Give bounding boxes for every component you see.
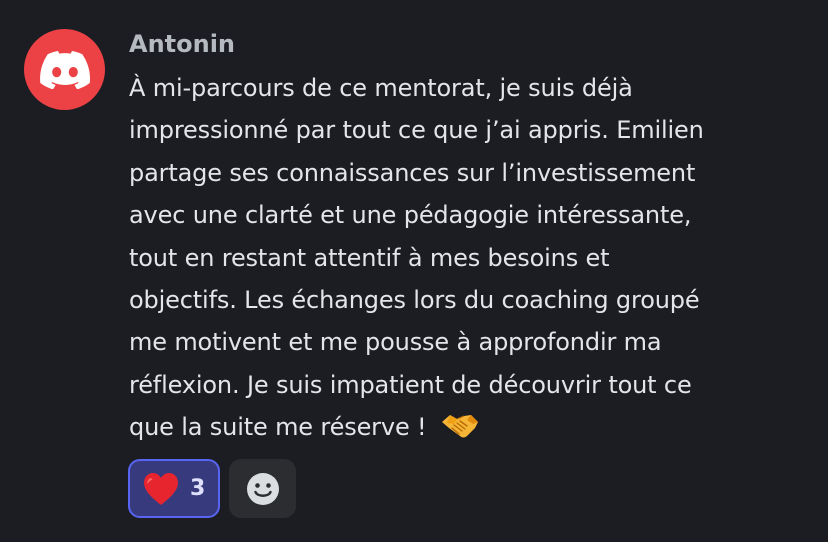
message-line: tout en restant attentif à mes besoins e… bbox=[129, 243, 610, 272]
username[interactable]: Antonin bbox=[129, 28, 235, 60]
reactions-bar: 3 bbox=[128, 459, 296, 518]
reaction-count: 3 bbox=[190, 475, 206, 501]
red-heart-emoji bbox=[142, 472, 180, 506]
message-line: partage ses connaissances sur l’investis… bbox=[129, 158, 696, 187]
message-last-line: que la suite me réserve ! bbox=[129, 406, 809, 448]
smiley-face-icon bbox=[246, 472, 279, 505]
message-line: réflexion. Je suis impatient de découvri… bbox=[129, 370, 692, 399]
message-line: À mi-parcours de ce mentorat, je suis dé… bbox=[129, 74, 633, 102]
discord-logo-icon bbox=[39, 50, 90, 89]
message-content: À mi-parcours de ce mentorat, je suis dé… bbox=[129, 67, 809, 449]
message-line: avec une clarté et une pédagogie intéres… bbox=[129, 201, 692, 230]
reaction-heart[interactable]: 3 bbox=[128, 459, 220, 518]
add-reaction-button[interactable] bbox=[229, 459, 296, 518]
message-line: que la suite me réserve ! bbox=[129, 413, 434, 442]
chat-message: Antonin À mi-parcours de ce mentorat, je… bbox=[0, 0, 828, 542]
message-line: me motivent et me pousse à approfondir m… bbox=[129, 328, 662, 357]
user-avatar[interactable] bbox=[24, 29, 105, 110]
message-line: objectifs. Les échanges lors du coaching… bbox=[129, 286, 700, 315]
message-line: impressionné par tout ce que j’ai appris… bbox=[129, 116, 704, 145]
handshake-emoji bbox=[440, 411, 480, 439]
